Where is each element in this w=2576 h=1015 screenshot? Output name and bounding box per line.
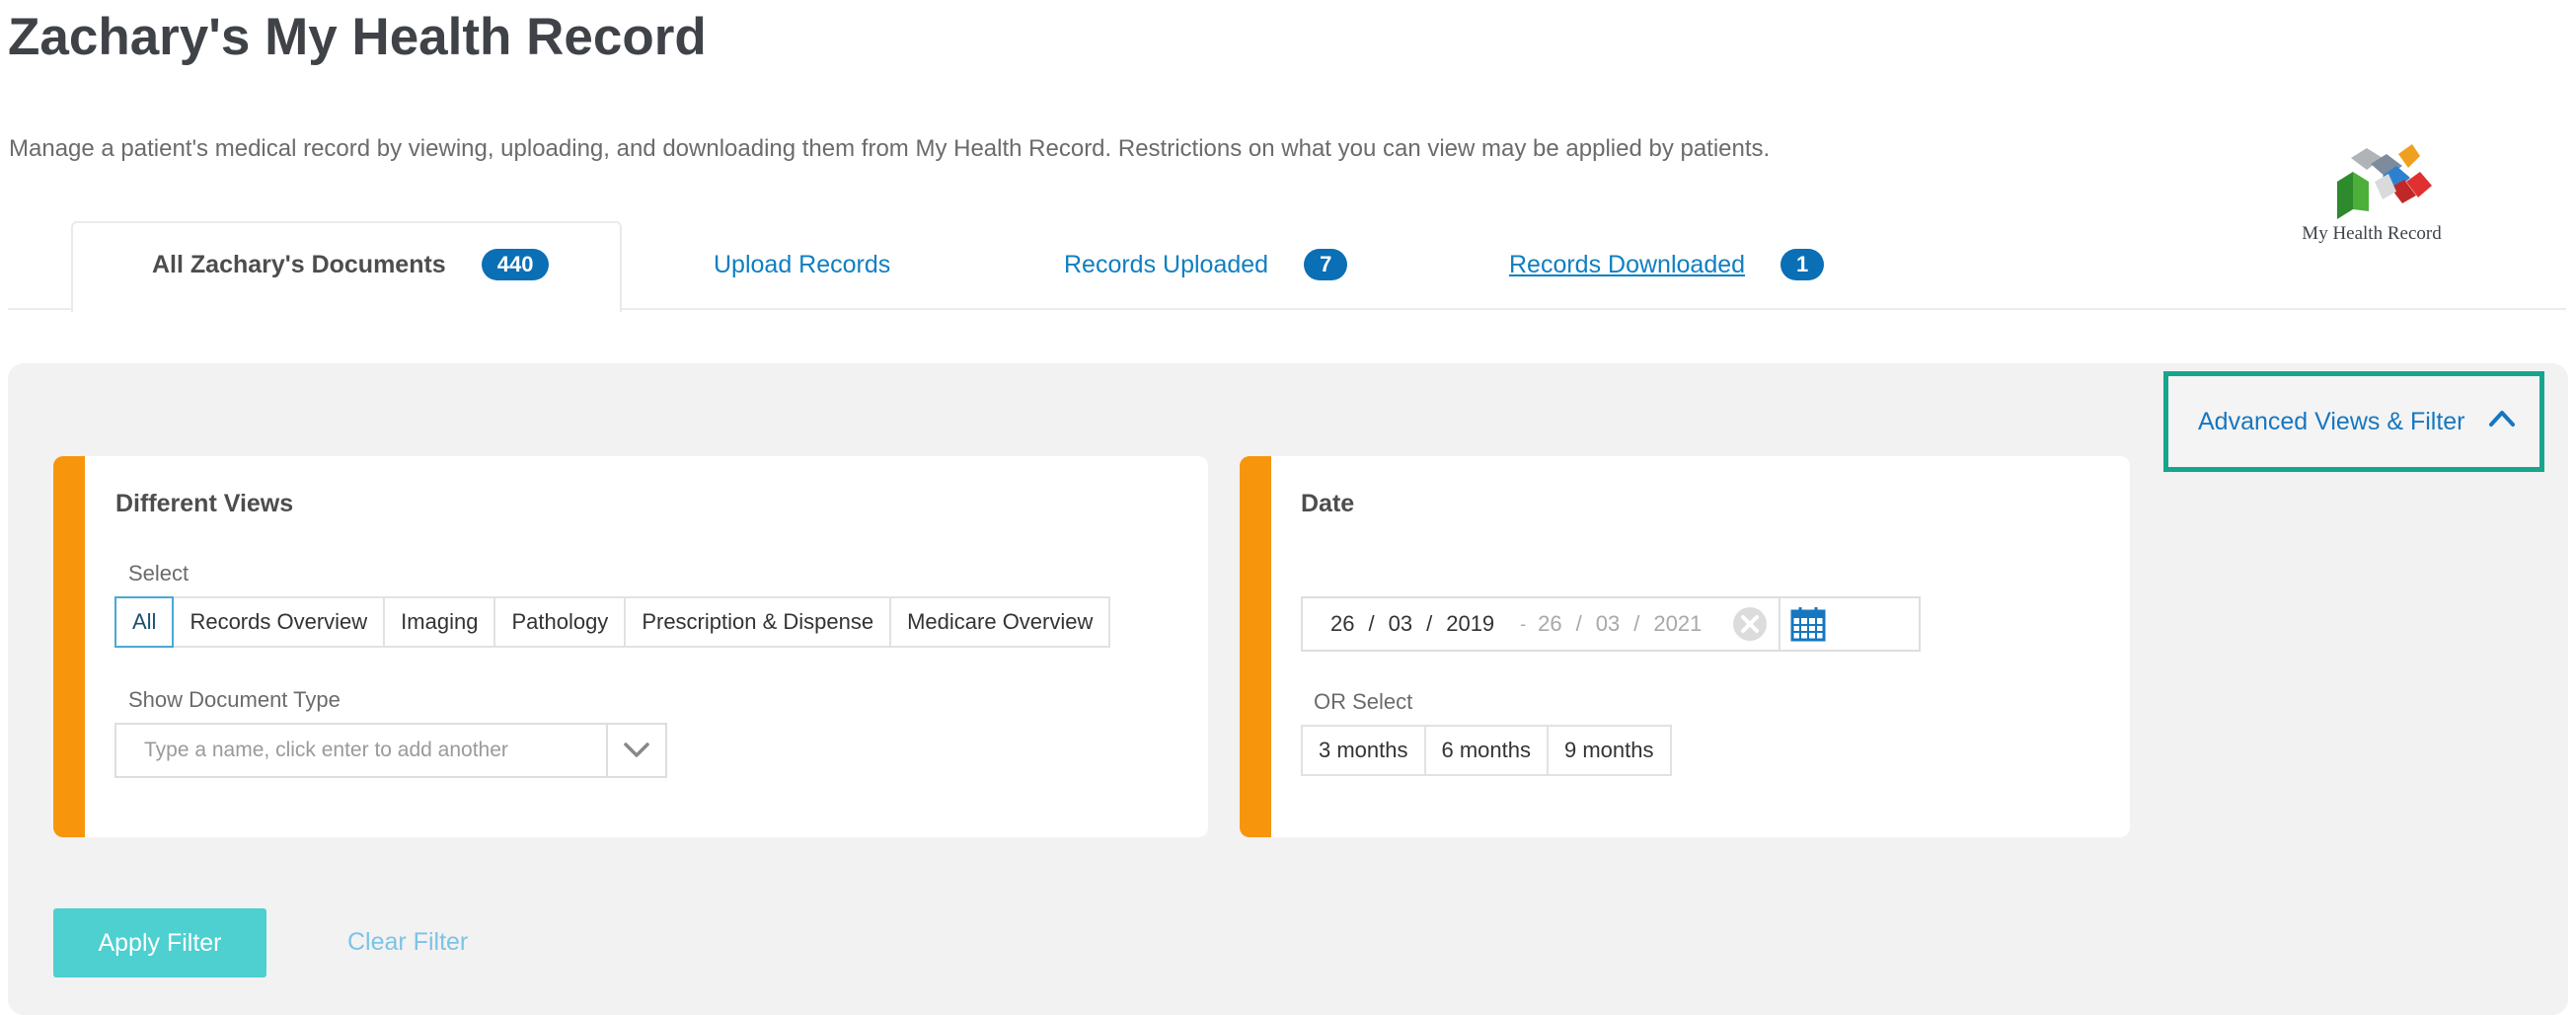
page-description: Manage a patient's medical record by vie… [9,135,1771,162]
clear-date-icon[interactable] [1731,605,1769,643]
view-selector: All Records Overview Imaging Pathology P… [114,596,1111,648]
from-year[interactable]: 2019 [1446,611,1494,637]
advanced-views-filter-toggle[interactable]: Advanced Views & Filter [2163,371,2544,472]
date-separator: / [1633,611,1640,636]
clear-filter-link[interactable]: Clear Filter [347,928,468,957]
card-accent-bar [53,456,85,837]
chevron-up-icon [2489,411,2515,427]
tab-label: Records Uploaded [1064,250,1269,278]
page-title: Zachary's My Health Record [8,8,707,66]
calendar-button[interactable] [1779,598,1836,650]
from-month[interactable]: 03 [1389,611,1412,637]
to-day[interactable]: 26 [1538,611,1561,637]
date-separator: / [1368,611,1375,636]
uploaded-count-badge: 7 [1304,249,1348,280]
date-separator: / [1575,611,1582,636]
downloaded-count-badge: 1 [1780,249,1825,280]
tab-records-downloaded[interactable]: Records Downloaded 1 [1509,245,1825,284]
my-health-record-logo: My Health Record [2280,142,2463,249]
view-option-pathology[interactable]: Pathology [495,598,627,646]
date-separator: / [1426,611,1433,636]
date-title: Date [1301,490,1355,517]
tab-label: All Zachary's Documents [152,250,446,278]
document-type-label: Show Document Type [128,687,341,712]
apply-filter-button[interactable]: Apply Filter [53,908,266,977]
tab-all-documents[interactable]: All Zachary's Documents 440 [152,245,550,284]
document-type-input[interactable] [116,725,606,776]
view-option-all[interactable]: All [114,596,175,648]
chevron-down-icon [624,742,649,757]
calendar-icon [1790,607,1826,642]
document-type-select[interactable] [114,723,667,778]
document-count-badge: 440 [481,249,550,280]
or-select-label: OR Select [1314,689,1413,714]
preset-9-months[interactable]: 9 months [1549,727,1670,774]
tab-records-uploaded[interactable]: Records Uploaded 7 [1064,245,1348,284]
date-range-input[interactable]: 26 / 03 / 2019 - 26 / 03 / 2021 [1301,596,1921,652]
view-option-medicare-overview[interactable]: Medicare Overview [891,598,1108,646]
range-separator: - [1520,613,1527,634]
select-label: Select [128,561,189,586]
preset-6-months[interactable]: 6 months [1426,727,1549,774]
tab-upload-records[interactable]: Upload Records [714,245,890,284]
view-option-records-overview[interactable]: Records Overview [174,598,386,646]
preset-3-months[interactable]: 3 months [1303,727,1426,774]
from-day[interactable]: 26 [1330,611,1354,637]
view-option-imaging[interactable]: Imaging [385,598,496,646]
toggle-label: Advanced Views & Filter [2198,407,2465,435]
tab-label: Upload Records [714,250,891,278]
logo-text: My Health Record [2302,223,2442,244]
views-title: Different Views [115,490,294,517]
date-preset-selector: 3 months 6 months 9 months [1301,725,1672,776]
tab-label: Records Downloaded [1509,250,1746,278]
to-month[interactable]: 03 [1596,611,1620,637]
logo-mark-icon [2337,144,2432,219]
to-year[interactable]: 2021 [1653,611,1702,637]
document-type-dropdown-button[interactable] [606,725,665,776]
card-accent-bar [1240,456,1271,837]
view-option-prescription-dispense[interactable]: Prescription & Dispense [626,598,892,646]
